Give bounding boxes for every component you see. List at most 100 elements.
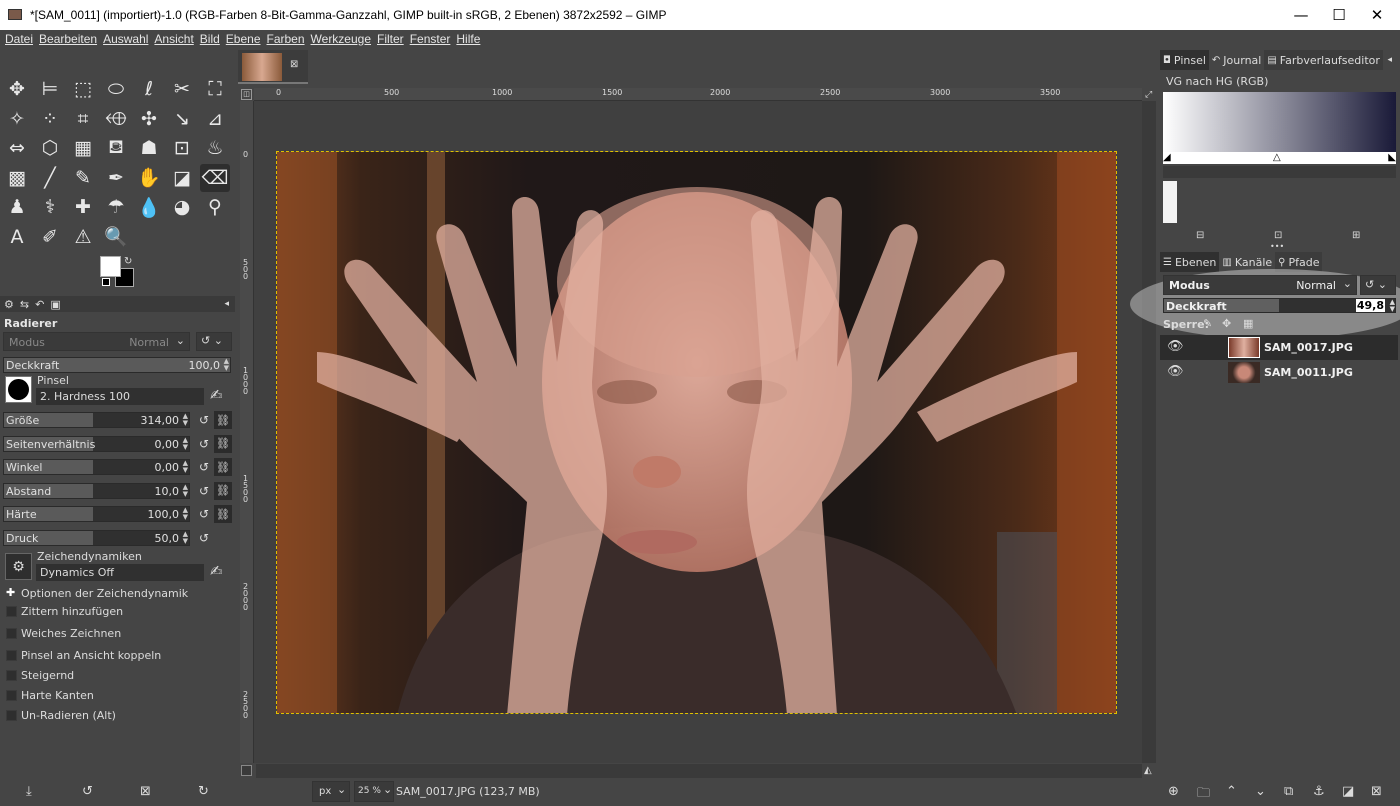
handle-transform-tool-icon[interactable]: ↘ <box>167 105 197 133</box>
layer-mode-select[interactable]: Modus Normal ⌄ <box>1163 275 1357 295</box>
spin-icon[interactable]: ▲ ▼ <box>183 507 188 521</box>
new-layer-icon[interactable]: ⊕ <box>1168 784 1179 799</box>
edit-dynamics-icon[interactable]: ✍ <box>210 562 223 580</box>
clone-tool-icon[interactable]: ♟ <box>2 193 32 221</box>
flip-tool-icon[interactable]: ⇔ <box>2 134 32 162</box>
quick-mask-toggle[interactable]: ◫ <box>241 89 252 100</box>
lock-position-icon[interactable]: ✥ <box>1222 317 1231 330</box>
new-layer-group-icon[interactable]: 🗀 <box>1197 784 1210 806</box>
panel-menu-icon[interactable]: ◂ <box>224 299 229 309</box>
checkbox[interactable] <box>6 670 17 681</box>
paintbrush-tool-icon[interactable]: ╱ <box>35 164 65 192</box>
visibility-eye-icon[interactable]: 👁 <box>1167 364 1184 379</box>
spin-icon[interactable]: ▲ ▼ <box>183 437 188 451</box>
pointer-info-button[interactable] <box>241 765 252 776</box>
lock-pixels-icon[interactable]: ✎ <box>1203 317 1212 330</box>
crop-tool-icon[interactable]: ⌗ <box>68 105 98 133</box>
free-select-tool-icon[interactable]: ℓ <box>134 75 164 103</box>
reset-icon[interactable]: ↺ <box>199 484 209 498</box>
duplicate-layer-icon[interactable]: ⧉ <box>1284 784 1293 799</box>
smudge-tool-icon[interactable]: ◪ <box>167 164 197 192</box>
layer-row[interactable]: 👁 SAM_0017.JPG <box>1160 335 1398 360</box>
menu-bild[interactable]: Bild <box>200 32 220 46</box>
unified-transform-tool-icon[interactable]: ⬲ <box>101 105 131 133</box>
color-select-tool-icon[interactable]: ⁘ <box>35 105 65 133</box>
fill-tool-icon[interactable]: ♨ <box>200 134 230 162</box>
reset-options-icon[interactable]: ↻ <box>198 784 209 799</box>
unit-select[interactable]: px ⌄ <box>312 781 350 802</box>
expander-plus-icon[interactable]: ✚ <box>6 586 15 599</box>
lock-alpha-icon[interactable]: ▦ <box>1243 317 1253 330</box>
spin-icon[interactable]: ▲ ▼ <box>183 413 188 427</box>
dynamics-field[interactable]: Dynamics Off <box>36 564 204 581</box>
color-picker-tool-icon[interactable]: ✐ <box>35 223 65 251</box>
tab-farbverlaufseditor[interactable]: ▤ Farbverlaufseditor <box>1264 50 1383 70</box>
foreground-select-tool-icon[interactable]: ⛶ <box>200 75 230 103</box>
checkbox[interactable] <box>6 628 17 639</box>
dynamics-options-expander[interactable]: Optionen der Zeichendynamik <box>21 587 188 600</box>
edit-brush-icon[interactable]: ✍ <box>210 386 223 404</box>
bucket-fill-tool-icon[interactable]: ⛾ <box>101 134 131 162</box>
layer-opacity-slider[interactable]: Deckkraft 49,8 ▲ ▼ <box>1163 298 1396 313</box>
menu-ebene[interactable]: Ebene <box>226 32 261 46</box>
menu-hilfe[interactable]: Hilfe <box>456 32 480 46</box>
gradient-scrollbar[interactable] <box>1163 166 1396 178</box>
airbrush-tool-icon[interactable]: ✒ <box>101 164 131 192</box>
zoom-out-icon[interactable]: ⊟ <box>1196 230 1204 241</box>
layer-mode-reset[interactable]: ↺ ⌄ <box>1360 275 1396 295</box>
perspective-clone-tool-icon[interactable]: ✚ <box>68 193 98 221</box>
stop-right-icon[interactable]: ◣ <box>1388 152 1396 163</box>
paths-tool-icon[interactable]: ⚲ <box>200 193 230 221</box>
horizontal-scrollbar[interactable] <box>256 764 1142 778</box>
dock-separator-icon[interactable]: ••• <box>1270 242 1284 251</box>
3d-transform-tool-icon[interactable]: ⬡ <box>35 134 65 162</box>
align-tool-icon[interactable]: ⊨ <box>35 75 65 103</box>
mode-reset-button[interactable]: ↺ ⌄ <box>196 332 232 351</box>
default-colors-icon[interactable] <box>102 278 110 286</box>
spin-icon[interactable]: ▲ ▼ <box>1390 299 1395 313</box>
delete-options-icon[interactable]: ⊠ <box>140 784 151 799</box>
slider[interactable]: Härte 100,0 ▲ ▼ <box>3 506 190 522</box>
spin-icon[interactable]: ▲ ▼ <box>224 358 229 372</box>
menu-ansicht[interactable]: Ansicht <box>154 32 193 46</box>
tab-journal[interactable]: ↶ Journal <box>1209 50 1264 70</box>
slider[interactable]: Seitenverhältnis 0,00 ▲ ▼ <box>3 435 190 452</box>
vertical-scrollbar[interactable] <box>1142 101 1156 763</box>
spin-icon[interactable]: ▲ ▼ <box>183 531 188 545</box>
mode-select[interactable]: Modus Normal ⌄ <box>3 332 190 351</box>
panel-menu-icon[interactable]: ◂ <box>1387 55 1392 65</box>
stop-mid-icon[interactable]: △ <box>1273 152 1281 163</box>
menu-werkzeuge[interactable]: Werkzeuge <box>311 32 371 46</box>
checkbox[interactable] <box>6 690 17 701</box>
stop-left-icon[interactable]: ◢ <box>1163 152 1171 163</box>
pencil-tool-icon[interactable]: ✎ <box>68 164 98 192</box>
rect-select-tool-icon[interactable]: ⬚ <box>68 75 98 103</box>
scissors-tool-icon[interactable]: ✂ <box>167 75 197 103</box>
close-tab-icon[interactable]: ⊠ <box>290 59 298 70</box>
tool-options-tab-icon[interactable]: ⚙ <box>4 298 14 311</box>
link-icon[interactable]: ⛓ <box>214 434 232 453</box>
slider[interactable]: Druck 50,0 ▲ ▼ <box>3 529 190 546</box>
slider[interactable]: Abstand 10,0 ▲ ▼ <box>3 482 190 499</box>
fuzzy-select-tool-icon[interactable]: ✧ <box>2 105 32 133</box>
ellipse-select-tool-icon[interactable]: ⬭ <box>101 75 131 103</box>
link-icon[interactable]: ⛓ <box>214 458 232 476</box>
blur-tool-icon[interactable]: ☂ <box>101 193 131 221</box>
visibility-eye-icon[interactable]: 👁 <box>1167 339 1184 354</box>
zoom-in-icon[interactable]: ⊡ <box>1274 230 1282 241</box>
tab-ebenen[interactable]: ☰ Ebenen <box>1160 252 1220 272</box>
zoom-select[interactable]: 25 % ⌄ <box>354 781 394 802</box>
image-canvas[interactable] <box>276 151 1117 714</box>
dodge-burn-tool-icon[interactable]: 💧 <box>134 193 164 221</box>
opacity-slider[interactable]: Deckkraft 100,0 ▲ ▼ <box>3 357 231 373</box>
measure-tool-icon[interactable]: ⚠ <box>68 223 98 251</box>
heal-tool-icon[interactable]: ⚕ <box>35 193 65 221</box>
shear-tool-icon[interactable]: ⊿ <box>200 105 230 133</box>
link-icon[interactable]: ⛓ <box>214 505 232 523</box>
menu-bearbeiten[interactable]: Bearbeiten <box>39 32 97 46</box>
checkbox[interactable] <box>6 710 17 721</box>
zoom-all-icon[interactable]: ⊞ <box>1352 230 1360 241</box>
cage-transform-tool-icon[interactable]: ▦ <box>68 134 98 162</box>
brush-name-field[interactable]: 2. Hardness 100 <box>36 388 204 405</box>
move-tool-icon[interactable]: ✥ <box>2 75 32 103</box>
